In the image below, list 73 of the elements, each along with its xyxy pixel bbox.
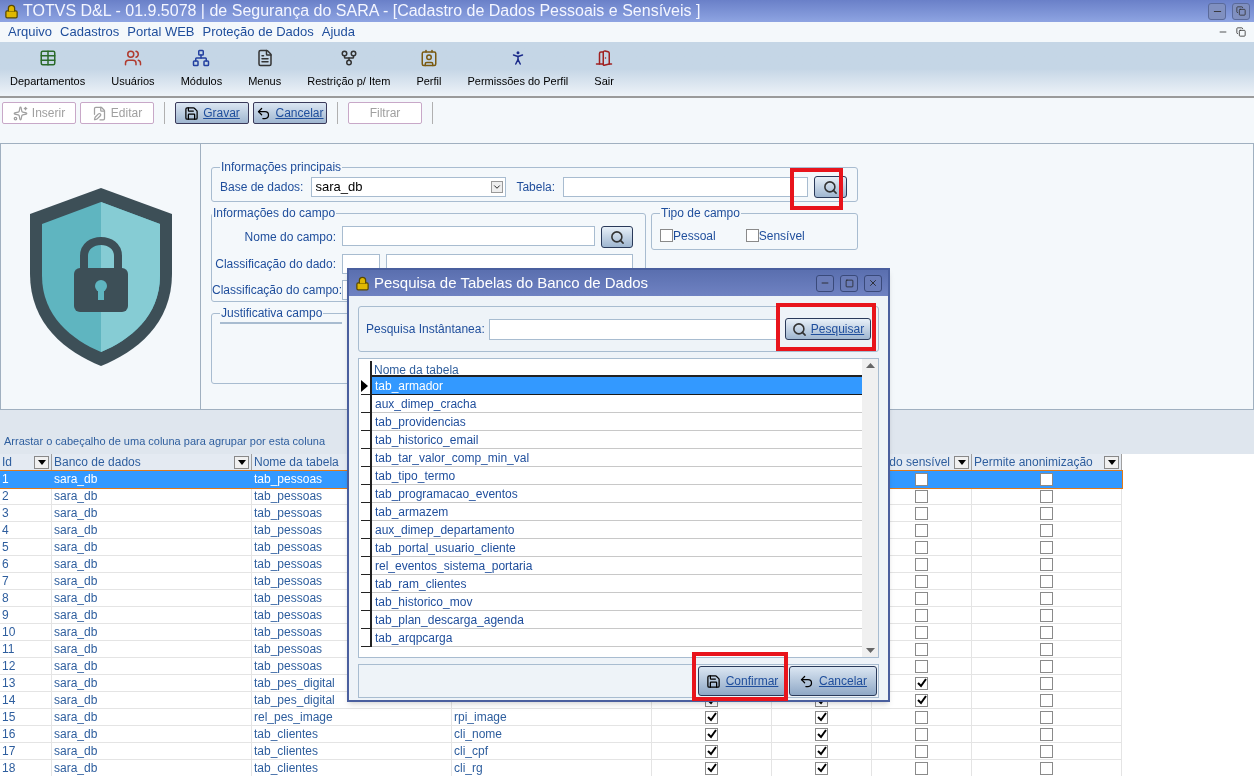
field-label: Tabela:	[516, 179, 556, 196]
table-cell-text: tab_clientes	[254, 743, 319, 760]
table-cell-text: 5	[2, 539, 9, 556]
checkbox-label: Sensível	[758, 227, 805, 245]
table-cell-text: 9	[2, 607, 9, 624]
table-cell-text: 10	[2, 624, 16, 641]
table-cell-text: 3	[2, 505, 9, 522]
table-cell-text: tab_pessoas	[254, 471, 323, 488]
table-cell-text: sara_db	[54, 760, 98, 776]
table-cell-text: 6	[2, 556, 9, 573]
table-cell-text: sara_db	[54, 743, 98, 760]
table-cell-text: 13	[2, 675, 16, 692]
table-cell-text: cli_nome	[454, 726, 503, 743]
field-label: Pesquisa Instântanea:	[366, 321, 485, 338]
window-title: TOTVS D&L - 01.9.5078 | de Segurança do SARA - [Cadastro de Dados Pessoais e Sensíveis ]	[23, 1, 701, 21]
table-cell-text: tab_pes_digital	[254, 675, 335, 692]
table-cell-text: tab_clientes	[254, 726, 319, 743]
table-cell-text: rel_pes_image	[254, 709, 333, 726]
checkbox-label: Pessoal	[673, 227, 716, 245]
table-cell-text: tab_pessoas	[254, 658, 323, 675]
table-cell-text: rpi_image	[454, 709, 507, 726]
table-cell-text: tab_pes_digital	[254, 692, 335, 709]
table-cell-text: sara_db	[54, 539, 98, 556]
table-cell-text: 16	[2, 726, 16, 743]
field-label: Classificação do dado:	[214, 256, 337, 273]
table-cell-text: sara_db	[54, 590, 98, 607]
table-cell-text: tab_pessoas	[254, 624, 323, 641]
table-cell-text: sara_db	[54, 692, 98, 709]
table-cell-text: sara_db	[54, 471, 98, 488]
table-cell-text: sara_db	[54, 607, 98, 624]
table-cell-text: sara_db	[54, 726, 98, 743]
table-cell-text: tab_clientes	[254, 760, 319, 776]
table-cell-text: 17	[2, 743, 16, 760]
table-cell-text: sara_db	[54, 505, 98, 522]
table-cell-text: sara_db	[54, 675, 98, 692]
table-cell-text: 4	[2, 522, 9, 539]
table-cell-text: sara_db	[54, 641, 98, 658]
group-title: Informações principais	[220, 159, 343, 176]
table-cell-text: tab_pessoas	[254, 505, 323, 522]
table-cell-text: 14	[2, 692, 16, 709]
table-cell-text: sara_db	[54, 709, 98, 726]
group-title: Informações do campo	[212, 205, 337, 222]
table-cell-text: cli_rg	[454, 760, 483, 776]
table-cell-text: tab_pessoas	[254, 522, 323, 539]
table-cell-text: 2	[2, 488, 9, 505]
table-cell-text: 11	[2, 641, 15, 658]
table-cell-text: tab_pessoas	[254, 488, 323, 505]
group-title: Justificativa campo	[220, 305, 324, 322]
field-label: Nome do campo:	[243, 229, 337, 246]
table-cell-text: cli_cpf	[454, 743, 488, 760]
field-label: Base de dados:	[220, 179, 304, 196]
table-cell-text: sara_db	[54, 658, 98, 675]
table-cell-text: tab_pessoas	[254, 607, 323, 624]
table-cell-text: tab_pessoas	[254, 573, 323, 590]
table-cell-text: sara_db	[54, 522, 98, 539]
dialog-title: Pesquisa de Tabelas do Banco de Dados	[374, 272, 649, 293]
field-label: Classificação do campo:	[212, 282, 342, 299]
table-cell-text: tab_pessoas	[254, 590, 323, 607]
table-cell-text: 8	[2, 590, 9, 607]
table-cell-text: sara_db	[54, 624, 98, 641]
table-cell-text: 18	[2, 760, 16, 776]
table-cell-text: 7	[2, 573, 9, 590]
table-cell-text: sara_db	[54, 556, 98, 573]
group-hint: Arrastar o cabeçalho de uma coluna para agrupar por esta coluna	[4, 433, 326, 449]
group-title: Tipo de campo	[660, 205, 741, 222]
table-cell-text: 15	[2, 709, 16, 726]
table-cell-text: sara_db	[54, 488, 98, 505]
table-cell-text: tab_pessoas	[254, 556, 323, 573]
table-cell-text: 1	[2, 471, 9, 488]
table-cell-text: tab_pessoas	[254, 539, 323, 556]
table-cell-text: 12	[2, 658, 16, 675]
table-cell-text: sara_db	[54, 573, 98, 590]
table-cell-text: tab_pessoas	[254, 641, 323, 658]
